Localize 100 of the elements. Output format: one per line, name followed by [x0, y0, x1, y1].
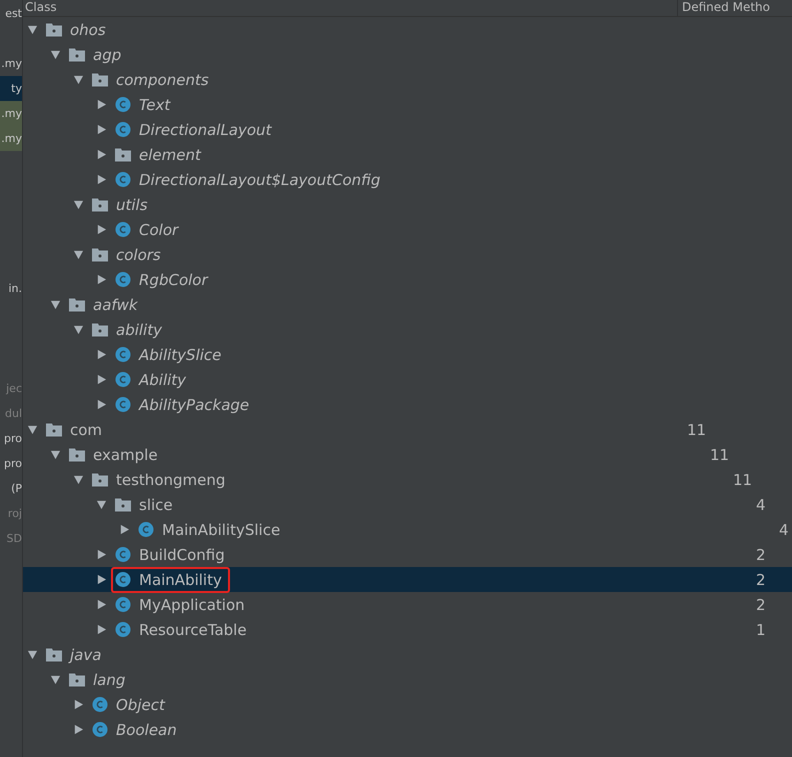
file-item[interactable]: .my: [0, 126, 22, 151]
class-name: agp: [93, 46, 122, 64]
class-name: Object: [116, 696, 165, 714]
tree-row[interactable]: Color: [23, 217, 792, 242]
expand-icon[interactable]: [73, 724, 84, 735]
file-item[interactable]: ty: [0, 76, 22, 101]
tree-row[interactable]: utils: [23, 192, 792, 217]
file-item[interactable]: .my: [0, 51, 22, 76]
class-icon: [115, 272, 131, 287]
tree-row[interactable]: example 11: [23, 442, 792, 467]
class-icon: [115, 172, 131, 187]
expand-icon[interactable]: [96, 599, 107, 610]
collapse-icon[interactable]: [27, 24, 38, 35]
tree-row[interactable]: java: [23, 642, 792, 667]
expand-icon[interactable]: [96, 149, 107, 160]
tree-row[interactable]: lang: [23, 667, 792, 692]
file-item[interactable]: est: [0, 1, 22, 26]
tree-row[interactable]: DirectionalLayout: [23, 117, 792, 142]
tree-row[interactable]: Text: [23, 92, 792, 117]
tree-row[interactable]: Boolean: [23, 717, 792, 742]
collapse-icon[interactable]: [73, 199, 84, 210]
collapse-icon[interactable]: [50, 299, 61, 310]
method-count: 4: [756, 496, 766, 514]
class-icon: [115, 622, 131, 637]
folder-icon: [92, 472, 108, 487]
class-name: utils: [116, 196, 148, 214]
folder-icon: [92, 322, 108, 337]
class-icon: [92, 697, 108, 712]
file-item[interactable]: pro: [0, 451, 22, 476]
collapse-icon[interactable]: [73, 249, 84, 260]
folder-icon: [69, 672, 85, 687]
class-name: ResourceTable: [139, 620, 247, 638]
tree-row[interactable]: Ability: [23, 367, 792, 392]
file-item[interactable]: (P: [0, 476, 22, 501]
expand-icon[interactable]: [96, 274, 107, 285]
expand-icon[interactable]: [96, 349, 107, 360]
expand-icon[interactable]: [119, 524, 130, 535]
expand-icon[interactable]: [96, 574, 107, 585]
expand-icon[interactable]: [96, 624, 107, 635]
class-name: Boolean: [116, 720, 177, 738]
folder-icon: [92, 247, 108, 262]
collapse-icon[interactable]: [27, 424, 38, 435]
file-item[interactable]: .my: [0, 101, 22, 126]
collapse-icon[interactable]: [73, 74, 84, 85]
expand-icon[interactable]: [73, 699, 84, 710]
tree-row[interactable]: components: [23, 67, 792, 92]
class-icon: [115, 222, 131, 237]
file-item[interactable]: pro: [0, 426, 22, 451]
folder-icon: [46, 422, 62, 437]
file-item[interactable]: in.: [0, 276, 22, 301]
class-icon: [115, 572, 131, 587]
collapse-icon[interactable]: [50, 449, 61, 460]
column-header[interactable]: Defined Metho: [678, 0, 792, 16]
class-name: aafwk: [93, 296, 138, 314]
expand-icon[interactable]: [96, 374, 107, 385]
tree-row[interactable]: colors: [23, 242, 792, 267]
tree-row[interactable]: MainAbilitySlice 4: [23, 517, 792, 542]
class-name: element: [139, 146, 201, 164]
class-name: DirectionalLayout: [139, 120, 272, 138]
class-name: AbilitySlice: [139, 346, 222, 364]
collapse-icon[interactable]: [50, 674, 61, 685]
tree-row[interactable]: AbilityPackage: [23, 392, 792, 417]
tree-row[interactable]: element: [23, 142, 792, 167]
tree-row[interactable]: MyApplication 2: [23, 592, 792, 617]
class-icon: [115, 347, 131, 362]
folder-icon: [69, 297, 85, 312]
expand-icon[interactable]: [96, 224, 107, 235]
tree-row[interactable]: ability: [23, 317, 792, 342]
expand-icon[interactable]: [96, 99, 107, 110]
tree-row[interactable]: aafwk: [23, 292, 792, 317]
tree-row[interactable]: slice 4: [23, 492, 792, 517]
tree-row[interactable]: MainAbility 2: [23, 567, 792, 592]
tree-row[interactable]: DirectionalLayout$LayoutConfig: [23, 167, 792, 192]
tree-row[interactable]: BuildConfig 2: [23, 542, 792, 567]
tree-row[interactable]: com 11: [23, 417, 792, 442]
tree-row[interactable]: AbilitySlice: [23, 342, 792, 367]
tree-row[interactable]: agp: [23, 42, 792, 67]
expand-icon[interactable]: [96, 549, 107, 560]
folder-icon: [69, 47, 85, 62]
class-icon: [138, 522, 154, 537]
collapse-icon[interactable]: [27, 649, 38, 660]
expand-icon[interactable]: [96, 174, 107, 185]
collapse-icon[interactable]: [96, 499, 107, 510]
expand-icon[interactable]: [96, 124, 107, 135]
class-name: java: [70, 646, 102, 664]
collapse-icon[interactable]: [50, 49, 61, 60]
method-count: 11: [733, 470, 752, 488]
collapse-icon[interactable]: [73, 324, 84, 335]
tree-row[interactable]: RgbColor: [23, 267, 792, 292]
folder-icon: [92, 72, 108, 87]
expand-icon[interactable]: [96, 399, 107, 410]
class-name: MainAbility: [139, 570, 222, 588]
collapse-icon[interactable]: [73, 474, 84, 485]
tree-row[interactable]: ohos: [23, 17, 792, 42]
tree-row[interactable]: Object: [23, 692, 792, 717]
column-header[interactable]: Class: [23, 0, 678, 16]
class-icon: [92, 722, 108, 737]
tree-row[interactable]: testhongmeng 11: [23, 467, 792, 492]
tree-row[interactable]: ResourceTable 1: [23, 617, 792, 642]
class-name: MyApplication: [139, 596, 245, 614]
